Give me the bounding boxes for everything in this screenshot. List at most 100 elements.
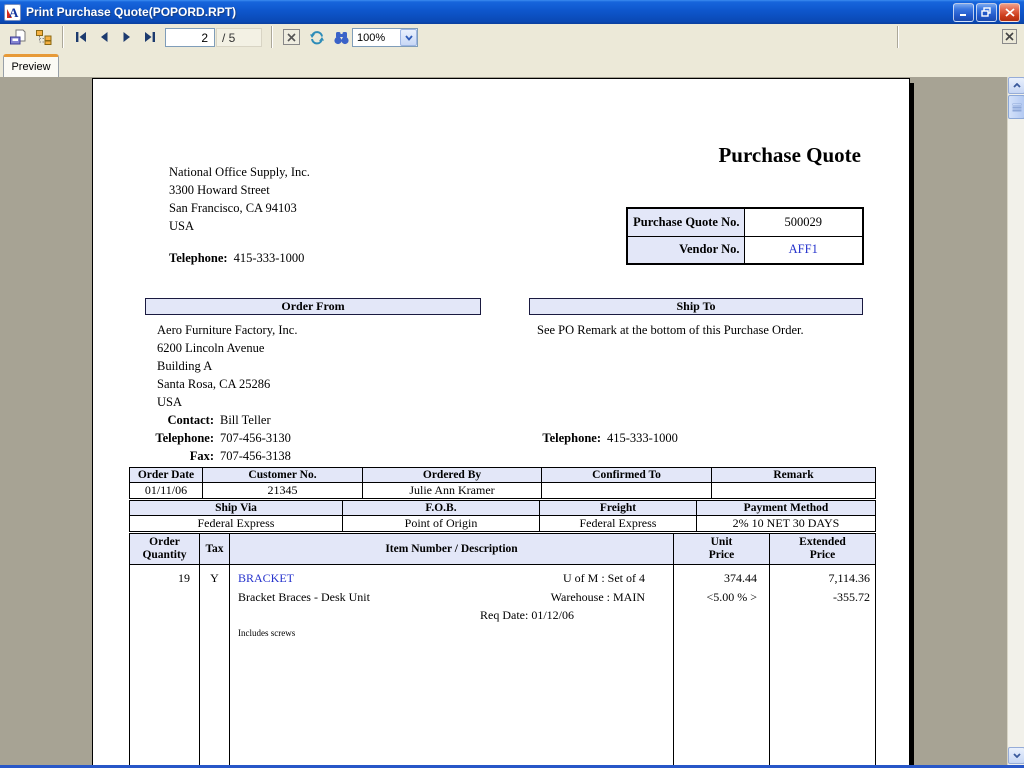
contact-label: Contact: bbox=[123, 411, 214, 429]
item-warehouse: Warehouse : MAIN bbox=[551, 588, 645, 607]
header-line: Quantity bbox=[130, 549, 199, 562]
item-extended-price-cell: 7,114.36 -355.72 bbox=[770, 565, 876, 766]
group-tree-button[interactable] bbox=[32, 27, 54, 47]
item-unit-price-cell: 374.44 <5.00 % > bbox=[674, 565, 770, 766]
header-line: Price bbox=[674, 549, 769, 562]
zoom-level-value: 100% bbox=[353, 32, 400, 44]
scroll-down-button[interactable] bbox=[1008, 747, 1024, 764]
restore-button[interactable] bbox=[976, 3, 997, 22]
last-page-icon bbox=[143, 31, 157, 43]
item-unit-price: 374.44 bbox=[674, 569, 757, 588]
column-header: Payment Method bbox=[697, 501, 876, 516]
toolbar-separator bbox=[897, 26, 899, 48]
ship-to-header: Ship To bbox=[529, 298, 863, 315]
report-page: National Office Supply, Inc. 3300 Howard… bbox=[92, 78, 910, 765]
chevron-down-icon bbox=[1013, 753, 1021, 758]
column-header-extended-price: Extended Price bbox=[770, 534, 876, 565]
page-number-input[interactable] bbox=[165, 28, 215, 47]
ordered-by-value: Julie Ann Kramer bbox=[363, 483, 542, 499]
close-button[interactable] bbox=[999, 3, 1020, 22]
zoom-dropdown-button[interactable] bbox=[400, 29, 417, 46]
item-discount-amount: -355.72 bbox=[770, 588, 870, 607]
tab-bar: Preview bbox=[0, 50, 1024, 77]
close-view-icon bbox=[1005, 32, 1014, 41]
company-address-block: National Office Supply, Inc. 3300 Howard… bbox=[169, 163, 310, 235]
tab-preview[interactable]: Preview bbox=[3, 54, 59, 77]
table-row: Order Date Customer No. Ordered By Confi… bbox=[130, 468, 876, 483]
app-icon-letter: A bbox=[9, 5, 18, 21]
quote-no-label: Purchase Quote No. bbox=[627, 208, 744, 236]
minimize-icon bbox=[959, 8, 969, 17]
scroll-up-button[interactable] bbox=[1008, 77, 1024, 94]
vendor-name: Aero Furniture Factory, Inc. bbox=[157, 321, 297, 339]
column-header: Ordered By bbox=[363, 468, 542, 483]
refresh-button[interactable] bbox=[306, 27, 328, 47]
stop-icon bbox=[283, 29, 300, 45]
column-header: Freight bbox=[540, 501, 697, 516]
vendor-city: Santa Rosa, CA 25286 bbox=[157, 375, 297, 393]
company-country: USA bbox=[169, 217, 310, 235]
window-title: Print Purchase Quote(POPORD.RPT) bbox=[26, 5, 953, 19]
toolbar: / 5 100% bbox=[0, 24, 1024, 50]
freight-value: Federal Express bbox=[540, 516, 697, 532]
payment-method-value: 2% 10 NET 30 DAYS bbox=[697, 516, 876, 532]
table-row: 01/11/06 21345 Julie Ann Kramer bbox=[130, 483, 876, 499]
item-row: 19 Y BRACKET U of M : Set of 4 Bracket B… bbox=[130, 565, 876, 766]
vendor-no-value: AFF1 bbox=[744, 236, 863, 264]
vertical-scrollbar[interactable] bbox=[1007, 77, 1024, 765]
previous-page-icon bbox=[97, 31, 111, 43]
last-page-button[interactable] bbox=[139, 27, 161, 47]
item-number: BRACKET bbox=[238, 569, 294, 588]
contact-value: Bill Teller bbox=[214, 411, 271, 429]
item-extended-price: 7,114.36 bbox=[770, 569, 870, 588]
vendor-no-label: Vendor No. bbox=[627, 236, 744, 264]
search-button[interactable] bbox=[330, 27, 352, 47]
chevron-up-icon bbox=[1013, 83, 1021, 88]
header-line: Extended bbox=[770, 536, 875, 549]
table-row: Order Quantity Tax Item Number / Descrip… bbox=[130, 534, 876, 565]
vendor-building: Building A bbox=[157, 357, 297, 375]
minimize-button[interactable] bbox=[953, 3, 974, 22]
ship-to-phone-row: Telephone: 415-333-1000 bbox=[537, 429, 678, 447]
column-header-quantity: Order Quantity bbox=[130, 534, 200, 565]
items-table: Order Quantity Tax Item Number / Descrip… bbox=[129, 533, 876, 765]
application-window: A Print Purchase Quote(POPORD.RPT) bbox=[0, 0, 1024, 768]
column-header-tax: Tax bbox=[200, 534, 230, 565]
next-page-button[interactable] bbox=[116, 27, 138, 47]
first-page-button[interactable] bbox=[70, 27, 92, 47]
remark-value bbox=[712, 483, 876, 499]
titlebar: A Print Purchase Quote(POPORD.RPT) bbox=[0, 0, 1024, 24]
search-binoculars-icon bbox=[333, 30, 350, 45]
shipping-details-table: Ship Via F.O.B. Freight Payment Method F… bbox=[129, 500, 876, 532]
chevron-down-icon bbox=[405, 35, 413, 41]
column-header: Customer No. bbox=[203, 468, 363, 483]
column-header: Confirmed To bbox=[542, 468, 712, 483]
order-from-header: Order From bbox=[145, 298, 481, 315]
company-phone-label: Telephone: bbox=[169, 249, 228, 267]
order-date-value: 01/11/06 bbox=[130, 483, 203, 499]
toolbar-separator bbox=[62, 26, 64, 48]
previous-page-button[interactable] bbox=[93, 27, 115, 47]
ship-to-note: See PO Remark at the bottom of this Purc… bbox=[537, 321, 804, 339]
page-shadow bbox=[910, 83, 914, 765]
order-from-contact-block: Contact:Bill Teller Telephone:707-456-31… bbox=[123, 411, 291, 465]
column-header-description: Item Number / Description bbox=[230, 534, 674, 565]
stop-button[interactable] bbox=[280, 27, 302, 47]
customer-no-value: 21345 bbox=[203, 483, 363, 499]
column-header: Order Date bbox=[130, 468, 203, 483]
column-header: F.O.B. bbox=[343, 501, 540, 516]
close-icon bbox=[1005, 8, 1015, 17]
quote-info-table: Purchase Quote No. 500029 Vendor No. AFF… bbox=[626, 207, 864, 265]
export-report-button[interactable] bbox=[6, 27, 28, 47]
item-quantity: 19 bbox=[130, 565, 200, 766]
item-description: Bracket Braces - Desk Unit bbox=[238, 588, 370, 607]
column-header: Remark bbox=[712, 468, 876, 483]
scrollbar-thumb[interactable] bbox=[1008, 95, 1024, 119]
vendor-fax-label: Fax: bbox=[123, 447, 214, 465]
fob-value: Point of Origin bbox=[343, 516, 540, 532]
ship-to-phone-value: 415-333-1000 bbox=[601, 429, 678, 447]
vendor-country: USA bbox=[157, 393, 297, 411]
item-uofm: U of M : Set of 4 bbox=[563, 569, 645, 588]
close-view-button[interactable] bbox=[1002, 29, 1017, 44]
zoom-select[interactable]: 100% bbox=[352, 28, 418, 47]
